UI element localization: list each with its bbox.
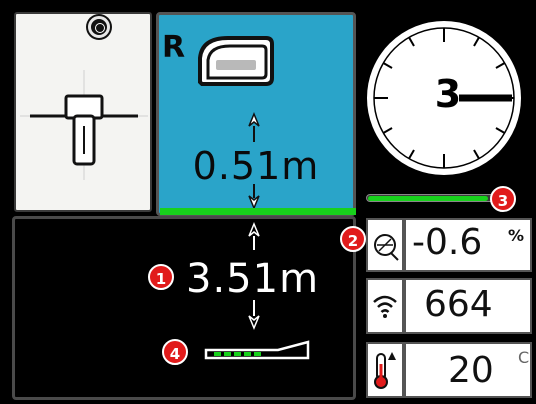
target-icon (88, 16, 110, 38)
locator-antenna-icon (20, 70, 148, 180)
depth-status-bar (160, 208, 356, 215)
ground-arrow-down-icon (248, 300, 260, 330)
wifi-icon (373, 295, 397, 318)
thermometer-icon-box (366, 342, 404, 398)
sonde-icon (198, 36, 274, 86)
depth-arrow-down-icon (248, 184, 260, 210)
ground-depth-readout: 3.51m (186, 256, 320, 302)
depth-arrow-up-icon (248, 112, 260, 142)
signal-strength-readout: 664 (424, 284, 493, 325)
pitch-gauge-icon (374, 234, 399, 261)
sonde-depth-readout: 0.51m (192, 144, 320, 188)
wifi-icon-box (366, 278, 404, 334)
pitch-readout: -0.6 (412, 222, 483, 263)
callout-badge-1: 1 (148, 264, 174, 290)
roll-indicator-label: R (162, 30, 186, 65)
sonde-pitch-line-icon (204, 340, 310, 360)
callout-badge-4: 4 (162, 339, 188, 365)
roll-clock-value: 3 (434, 72, 462, 116)
signal-bar-fill (368, 196, 488, 201)
callout-badge-2: 2 (340, 226, 366, 252)
ground-arrow-up-icon (248, 222, 260, 250)
ground-depth-panel (12, 216, 356, 400)
temperature-unit: C (518, 348, 530, 367)
callout-badge-3: 3 (490, 186, 516, 212)
pitch-unit: % (508, 226, 525, 245)
thermometer-icon (374, 352, 396, 389)
pitch-icon-box (366, 218, 404, 272)
temperature-readout: 20 (448, 350, 494, 391)
